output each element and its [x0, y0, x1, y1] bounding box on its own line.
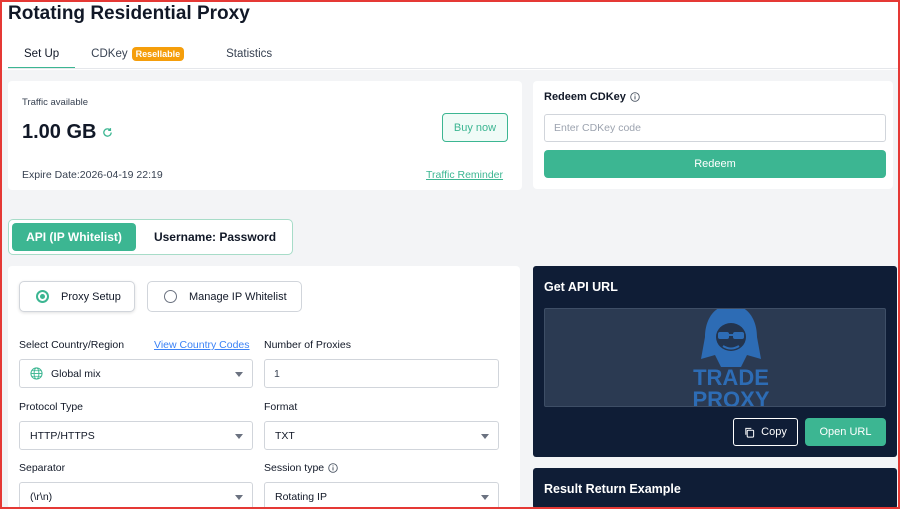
tab-bar: Set Up CDKey Resellable Statistics [8, 42, 288, 69]
proxy-form-card: Proxy Setup Manage IP Whitelist Select C… [8, 266, 520, 509]
proxies-input[interactable]: 1 [264, 359, 499, 388]
watermark-line2: PROXY [692, 387, 769, 407]
chevron-down-icon [235, 371, 243, 377]
expire-label: Expire Date: [22, 169, 80, 181]
country-select[interactable]: Global mix [19, 359, 253, 388]
tab-spacer [200, 42, 210, 69]
proxy-setup-label: Proxy Setup [61, 290, 121, 303]
proxy-setup-option[interactable]: Proxy Setup [19, 281, 135, 312]
copy-icon [745, 427, 755, 438]
username-password-button[interactable]: Username: Password [145, 223, 285, 251]
redeem-button[interactable]: Redeem [544, 150, 886, 178]
copy-label: Copy [761, 426, 787, 438]
tab-statistics[interactable]: Statistics [210, 42, 288, 69]
expire-value: 2026-04-19 22:19 [79, 169, 163, 181]
api-url-output[interactable]: TRADE PROXY [544, 308, 886, 407]
format-label: Format [264, 401, 298, 413]
auth-mode-toggle: API (IP Whitelist) Username: Password [8, 219, 293, 255]
page-title: Rotating Residential Proxy [8, 3, 250, 24]
format-select[interactable]: TXT [264, 421, 499, 450]
info-icon[interactable] [630, 92, 640, 102]
session-select[interactable]: Rotating IP [264, 482, 499, 509]
view-country-codes-link[interactable]: View Country Codes [154, 339, 250, 351]
resellable-badge: Resellable [131, 47, 185, 61]
chevron-down-icon [235, 494, 243, 500]
separator-select[interactable]: (\r\n) [19, 482, 253, 509]
traffic-value-row: 1.00 GB [22, 121, 113, 144]
api-url-card: Get API URL TRADE PROXY Copy Open URL [533, 266, 897, 457]
format-value: TXT [275, 429, 295, 442]
chevron-down-icon [235, 433, 243, 439]
tab-label: Set Up [24, 48, 60, 60]
protocol-value: HTTP/HTTPS [30, 429, 95, 442]
tab-divider [8, 68, 898, 69]
chevron-down-icon [481, 494, 489, 500]
radio-selected-icon [36, 290, 49, 303]
expire-date: Expire Date:2026-04-19 22:19 [22, 169, 163, 181]
redeem-title-row: Redeem CDKey [544, 91, 640, 103]
globe-icon [30, 367, 43, 380]
tab-set-up[interactable]: Set Up [8, 42, 76, 69]
api-url-title: Get API URL [544, 280, 618, 294]
separator-label: Separator [19, 462, 66, 474]
tab-label: CDKey [91, 48, 128, 60]
cdkey-input[interactable] [544, 114, 886, 142]
traffic-label: Traffic available [22, 97, 89, 108]
proxies-label: Number of Proxies [264, 339, 351, 351]
session-label: Session type [264, 462, 325, 474]
result-example-card: Result Return Example [533, 468, 897, 509]
traffic-value: 1.00 GB [22, 121, 97, 143]
radio-unselected-icon [164, 290, 177, 303]
session-label-row: Session type [264, 462, 338, 474]
tab-cdkey[interactable]: CDKey Resellable [75, 42, 200, 69]
country-value: Global mix [51, 367, 101, 380]
manage-whitelist-option[interactable]: Manage IP Whitelist [147, 281, 302, 312]
refresh-icon[interactable] [102, 127, 113, 138]
copy-button[interactable]: Copy [733, 418, 798, 446]
session-value: Rotating IP [275, 490, 327, 503]
country-label: Select Country/Region [19, 339, 125, 351]
separator-value: (\r\n) [30, 490, 53, 503]
open-url-button[interactable]: Open URL [805, 418, 886, 446]
protocol-label: Protocol Type [19, 401, 84, 413]
traffic-card: Traffic available 1.00 GB Buy now Expire… [8, 81, 522, 190]
result-example-title: Result Return Example [544, 482, 681, 496]
buy-now-button[interactable]: Buy now [442, 113, 508, 142]
traffic-reminder-link[interactable]: Traffic Reminder [426, 169, 503, 181]
page-header: Rotating Residential Proxy Set Up CDKey … [0, 0, 900, 70]
manage-whitelist-label: Manage IP Whitelist [189, 290, 287, 303]
redeem-title: Redeem CDKey [544, 91, 626, 103]
api-ip-whitelist-button[interactable]: API (IP Whitelist) [12, 223, 136, 251]
redeem-card: Redeem CDKey Redeem [533, 81, 893, 189]
tab-label: Statistics [226, 48, 273, 60]
trade-proxy-watermark-logo: TRADE PROXY [692, 309, 770, 407]
info-icon[interactable] [328, 463, 338, 473]
protocol-select[interactable]: HTTP/HTTPS [19, 421, 253, 450]
chevron-down-icon [481, 433, 489, 439]
